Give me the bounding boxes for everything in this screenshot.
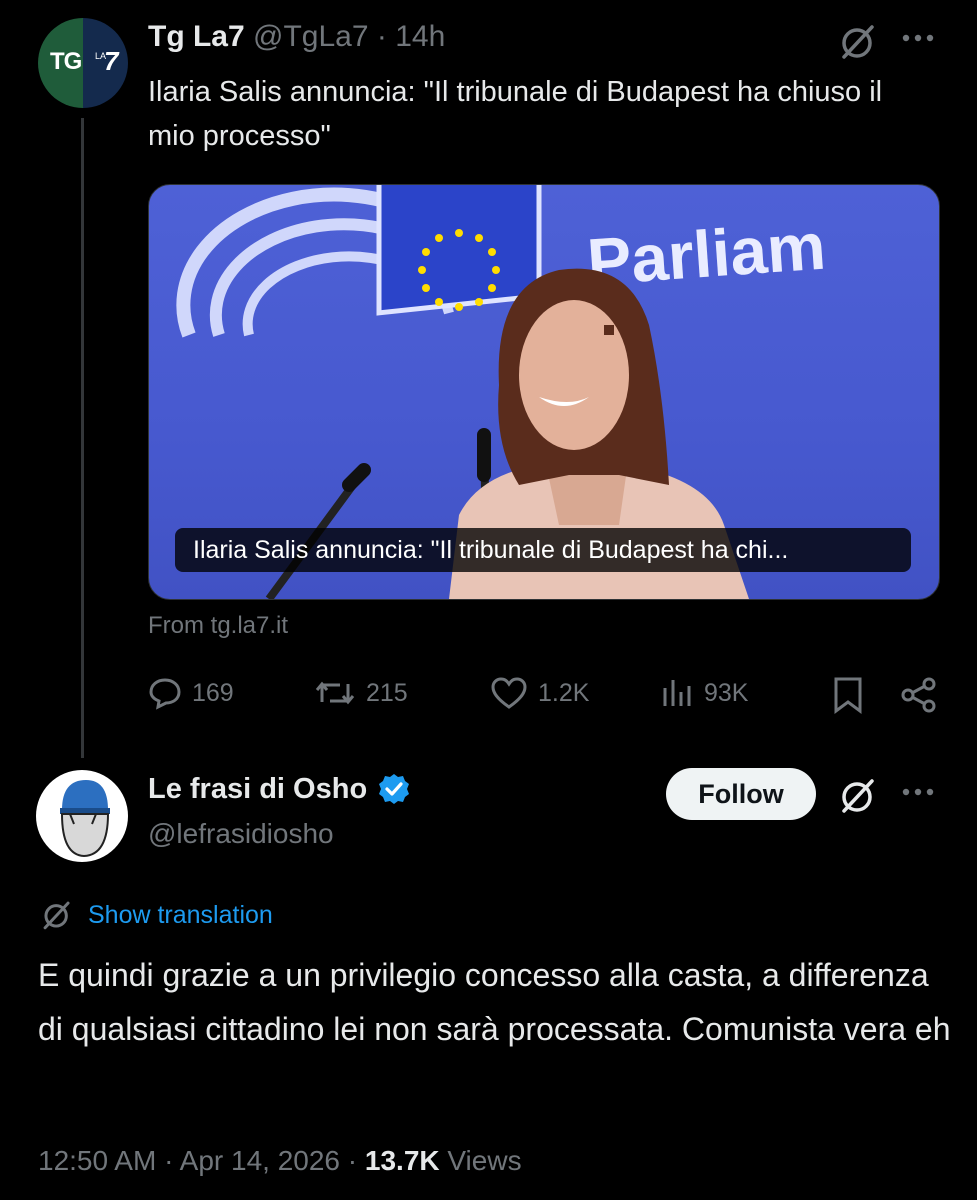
- reply-count: 169: [192, 678, 234, 707]
- views-action[interactable]: 93K: [660, 676, 748, 710]
- reply-icon: [148, 676, 182, 710]
- reply-tweet-text: E quindi grazie a un privilegio concesso…: [38, 957, 951, 1047]
- reply-action[interactable]: 169: [148, 676, 234, 710]
- reply-date[interactable]: Apr 14, 2026: [180, 1145, 340, 1176]
- like-icon: [490, 676, 528, 710]
- bookmark-icon[interactable]: [832, 676, 864, 714]
- repost-count: 215: [366, 678, 408, 707]
- link-card-caption[interactable]: Ilaria Salis annuncia: "Il tribunale di …: [175, 528, 911, 572]
- views-count: 93K: [704, 678, 749, 707]
- like-count: 1.2K: [538, 678, 590, 707]
- tweet-meta: 12:50 AM · Apr 14, 2026 · 13.7K Views: [38, 1145, 522, 1177]
- meta-separator: ·: [164, 1145, 174, 1176]
- verified-badge-icon: [377, 772, 411, 806]
- quoted-tweet-header: Tg La7 @TgLa7 · 14h: [148, 20, 445, 54]
- author-handle[interactable]: @TgLa7: [253, 20, 369, 53]
- views-label: Views: [447, 1145, 522, 1176]
- author-name[interactable]: Tg La7: [148, 20, 245, 53]
- share-icon[interactable]: [900, 676, 938, 714]
- avatar-logo-text: TG: [50, 48, 82, 75]
- repost-icon: [314, 676, 356, 710]
- repost-action[interactable]: 215: [314, 676, 408, 710]
- grok-icon[interactable]: [838, 22, 878, 62]
- reply-author-name[interactable]: Le frasi di Osho: [148, 773, 367, 806]
- tweet-time[interactable]: 14h: [395, 20, 445, 53]
- more-icon[interactable]: [898, 782, 938, 802]
- follow-button[interactable]: Follow: [666, 768, 816, 820]
- like-action[interactable]: 1.2K: [490, 676, 589, 710]
- avatar-tgla7[interactable]: TG LA 7: [38, 18, 128, 108]
- views-icon: [660, 676, 694, 710]
- reply-author-handle[interactable]: @lefrasidiosho: [148, 818, 334, 850]
- separator: ·: [376, 20, 387, 53]
- meta-separator: ·: [347, 1145, 358, 1176]
- quoted-tweet-text: Ilaria Salis annuncia: "Il tribunale di …: [148, 76, 883, 152]
- reply-time[interactable]: 12:50 AM: [38, 1145, 156, 1176]
- avatar-lefrasidiosho[interactable]: [36, 770, 128, 862]
- show-translation-link[interactable]: Show translation: [40, 898, 273, 932]
- grok-icon[interactable]: [838, 776, 878, 816]
- more-icon[interactable]: [898, 28, 938, 48]
- reply-author-row: Le frasi di Osho: [148, 772, 411, 806]
- link-card-source[interactable]: From tg.la7.it: [148, 612, 288, 640]
- thread-line: [81, 118, 84, 758]
- avatar-logo-seven: 7: [104, 46, 119, 76]
- view-count: 13.7K: [364, 1145, 440, 1176]
- show-translation-label: Show translation: [88, 900, 273, 929]
- translate-icon: [40, 898, 74, 932]
